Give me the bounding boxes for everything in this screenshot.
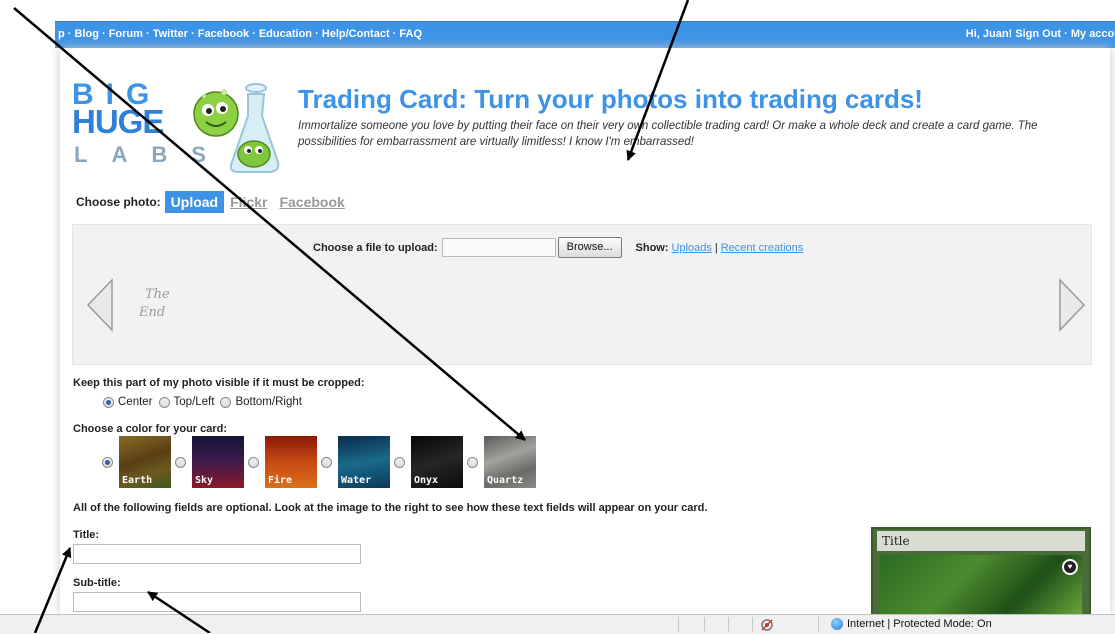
color-option-sky: Sky (175, 436, 244, 488)
tab-flickr[interactable]: Flickr (224, 191, 273, 213)
swatch-earth-label: Earth (122, 475, 153, 486)
upload-row: Choose a file to upload: Browse... Show:… (313, 237, 806, 258)
color-option-water: Water (321, 436, 390, 488)
carousel-right-arrow-icon[interactable] (1057, 278, 1087, 332)
security-zone[interactable]: Internet | Protected Mode: On (831, 618, 992, 630)
upload-panel: Choose a file to upload: Browse... Show:… (72, 224, 1092, 365)
color-quartz-radio[interactable] (467, 456, 478, 468)
optional-fields-note: All of the following fields are optional… (73, 502, 708, 514)
uploads-link[interactable]: Uploads (672, 242, 712, 254)
card-preview-title: Title (877, 531, 1085, 551)
recent-creations-link[interactable]: Recent creations (721, 242, 804, 254)
carousel-left-arrow-icon[interactable] (85, 278, 115, 332)
status-separator (752, 617, 753, 632)
card-preview-photo: ♥ (880, 555, 1082, 615)
security-zone-text: Internet | Protected Mode: On (847, 618, 992, 630)
crop-label: Keep this part of my photo visible if it… (73, 377, 365, 389)
link-separator: | (714, 241, 718, 254)
title-input[interactable] (73, 544, 361, 564)
page-tagline: Immortalize someone you love by putting … (298, 120, 1038, 148)
status-separator (728, 617, 729, 632)
big-huge-labs-logo[interactable]: BIG HUGE LABS (72, 80, 287, 180)
site-nav-links[interactable]: p · Blog · Forum · Twitter · Facebook · … (58, 28, 422, 40)
color-label: Choose a color for your card: (73, 423, 228, 435)
status-separator (818, 617, 819, 632)
status-separator (678, 617, 679, 632)
browse-button[interactable]: Browse... (557, 237, 622, 258)
card-preview: Title ♥ (871, 527, 1091, 617)
color-fire-radio[interactable] (248, 456, 259, 468)
user-account-links[interactable]: Hi, Juan! Sign Out · My accou (966, 28, 1115, 40)
color-sky-radio[interactable] (175, 456, 186, 468)
swatch-sky-label: Sky (195, 475, 214, 486)
file-upload-label: Choose a file to upload: (313, 241, 438, 254)
swatch-onyx[interactable]: Onyx (411, 436, 463, 488)
globe-icon (831, 618, 843, 630)
crop-bottomright-label: Bottom/Right (235, 396, 302, 408)
logo-huge: HUGE (72, 103, 164, 140)
swatch-quartz[interactable]: Quartz (484, 436, 536, 488)
swatch-sky[interactable]: Sky (192, 436, 244, 488)
title-field-label: Title: (73, 529, 100, 541)
swatch-earth[interactable]: Earth (119, 436, 171, 488)
swatch-fire-label: Fire (268, 475, 293, 486)
color-swatch-list: Earth Sky Fire Water Onyx Quartz (102, 436, 540, 488)
color-water-radio[interactable] (321, 456, 332, 468)
subtitle-field-label: Sub-title: (73, 577, 121, 589)
page-title: Trading Card: Turn your photos into trad… (298, 84, 923, 114)
tab-facebook[interactable]: Facebook (273, 191, 350, 213)
heart-icon: ♥ (1062, 559, 1078, 575)
color-option-fire: Fire (248, 436, 317, 488)
crop-center-radio[interactable] (103, 396, 114, 408)
color-option-onyx: Onyx (394, 436, 463, 488)
swatch-fire[interactable]: Fire (265, 436, 317, 488)
color-option-quartz: Quartz (467, 436, 536, 488)
color-option-earth: Earth (102, 436, 171, 488)
carousel-end-line-2: End (139, 305, 166, 320)
status-separator (704, 617, 705, 632)
swatch-quartz-label: Quartz (487, 475, 524, 486)
file-path-input[interactable] (441, 238, 556, 257)
crop-center-label: Center (118, 396, 153, 408)
carousel-end-line-1: The (145, 287, 170, 302)
color-earth-radio[interactable] (102, 456, 113, 468)
crop-options: Center Top/Left Bottom/Right (103, 396, 302, 408)
subtitle-input[interactable] (73, 592, 361, 612)
privacy-report-icon[interactable] (760, 617, 774, 631)
crop-topleft-radio[interactable] (158, 396, 170, 408)
show-label: Show: (635, 241, 669, 254)
photo-source-label: Choose photo: (76, 195, 161, 209)
tab-upload[interactable]: Upload (164, 191, 225, 213)
flask-mascot-icon (193, 83, 280, 173)
swatch-water-label: Water (341, 475, 372, 486)
crop-topleft-label: Top/Left (173, 396, 215, 408)
top-navigation-bar: p · Blog · Forum · Twitter · Facebook · … (55, 21, 1115, 48)
swatch-water[interactable]: Water (338, 436, 390, 488)
color-onyx-radio[interactable] (394, 456, 405, 468)
photo-source-selector: Choose photo: Upload Flickr Facebook (76, 191, 351, 213)
crop-bottomright-radio[interactable] (220, 396, 232, 408)
swatch-onyx-label: Onyx (414, 475, 439, 486)
browser-status-bar: Internet | Protected Mode: On (0, 614, 1115, 634)
carousel-end-text: The End (139, 286, 170, 322)
